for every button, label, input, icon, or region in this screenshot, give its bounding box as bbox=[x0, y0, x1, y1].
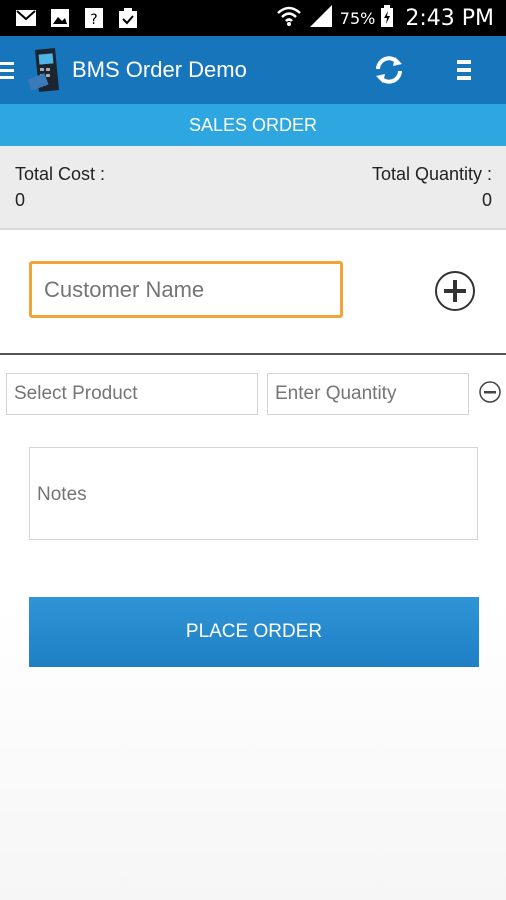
battery-icon bbox=[381, 5, 394, 31]
wifi-icon bbox=[276, 5, 302, 31]
battery-percent: 75% bbox=[339, 8, 376, 28]
select-product-input[interactable] bbox=[6, 373, 258, 415]
clipboard-check-icon bbox=[118, 8, 138, 28]
divider bbox=[0, 353, 506, 355]
enter-quantity-input[interactable] bbox=[267, 373, 469, 415]
total-cost-label: Total Cost : bbox=[15, 164, 106, 184]
total-cost-value: 0 bbox=[15, 190, 26, 210]
svg-text:?: ? bbox=[90, 12, 97, 28]
section-title: SALES ORDER bbox=[0, 104, 506, 146]
plus-circle-icon bbox=[435, 271, 475, 311]
remove-product-button[interactable] bbox=[478, 380, 502, 404]
minus-circle-icon bbox=[479, 381, 501, 403]
place-order-button[interactable]: PLACE ORDER bbox=[29, 597, 479, 667]
clock: 2:43 PM bbox=[405, 5, 494, 31]
app-title: BMS Order Demo bbox=[72, 57, 247, 82]
add-customer-button[interactable] bbox=[434, 270, 476, 312]
status-bar: ? 75% 2:43 PM bbox=[0, 0, 506, 36]
mail-icon bbox=[16, 8, 36, 28]
system-status: 75% 2:43 PM bbox=[276, 5, 494, 31]
notification-icons: ? bbox=[16, 8, 138, 28]
notes-field[interactable] bbox=[29, 447, 478, 540]
customer-name-input[interactable] bbox=[29, 261, 343, 318]
card-terminal-icon bbox=[24, 44, 66, 96]
signal-icon bbox=[308, 5, 334, 31]
totals-panel: Total Cost : 0 Total Quantity : 0 bbox=[0, 146, 506, 230]
unknown-file-icon: ? bbox=[84, 8, 104, 28]
menu-icon[interactable] bbox=[0, 36, 22, 104]
total-quantity-value: 0 bbox=[481, 190, 492, 210]
app-bar: BMS Order Demo bbox=[0, 36, 506, 104]
refresh-icon[interactable] bbox=[370, 50, 408, 90]
total-quantity-label: Total Quantity : bbox=[371, 164, 492, 184]
image-icon bbox=[50, 8, 70, 28]
overflow-menu-icon[interactable] bbox=[450, 50, 478, 90]
